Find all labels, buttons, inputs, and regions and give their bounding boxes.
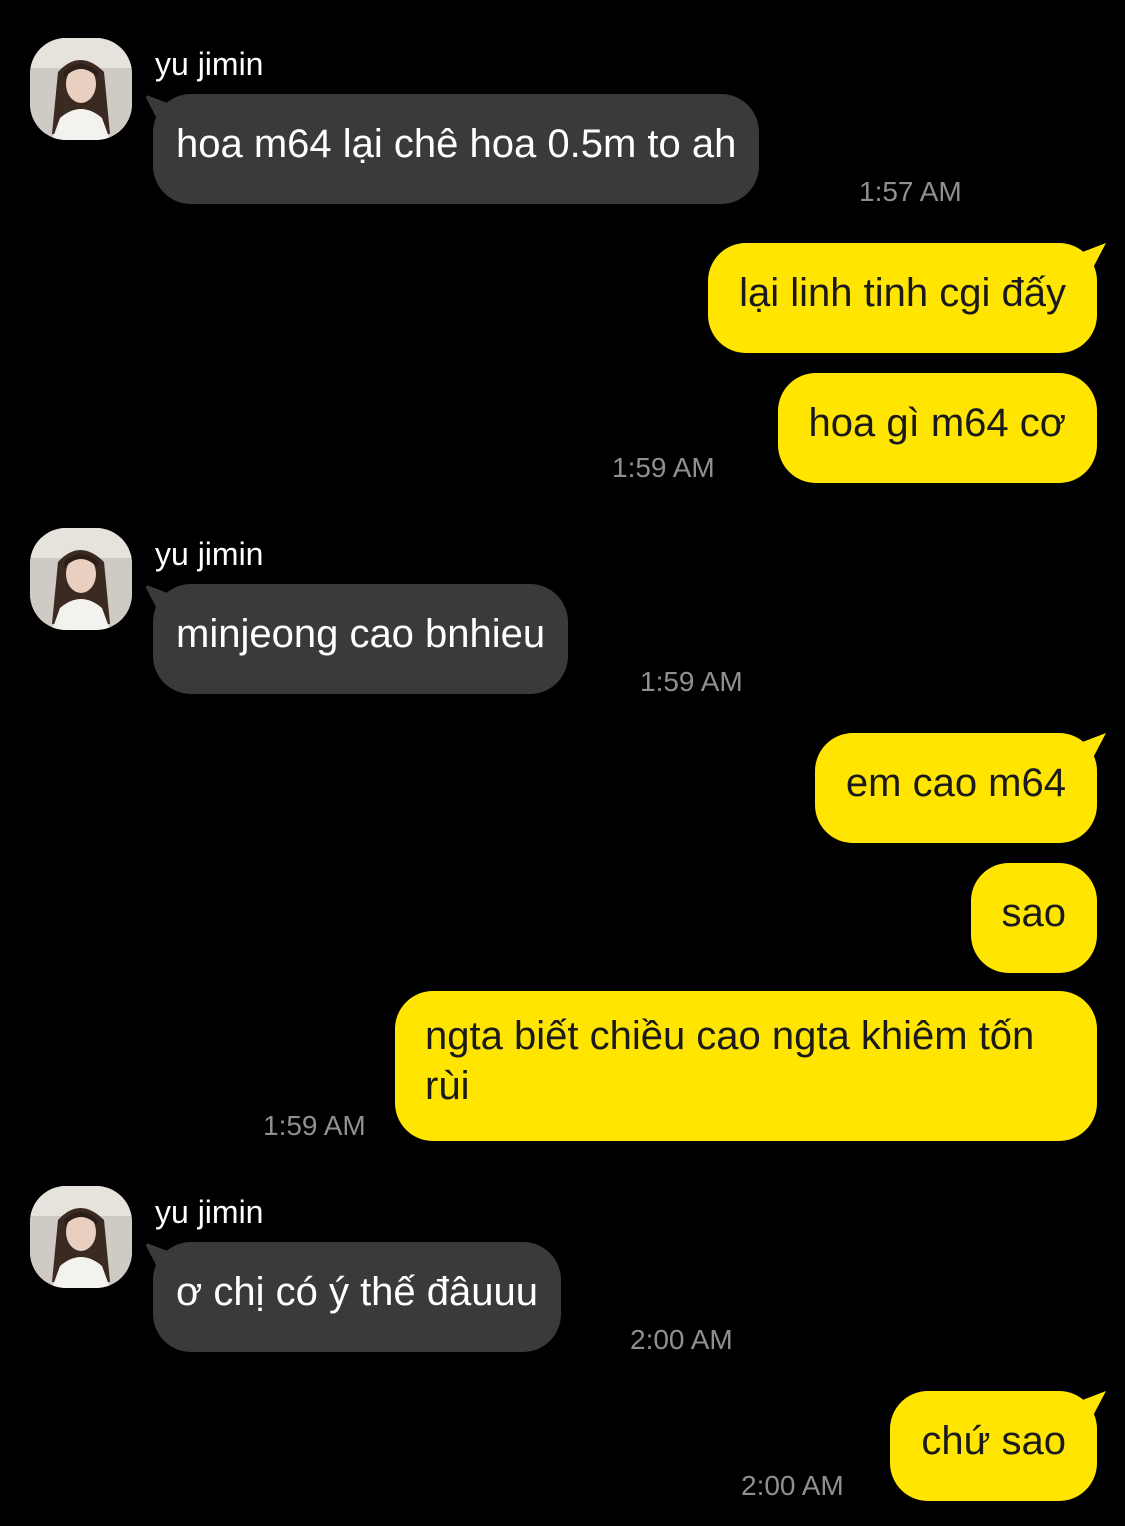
incoming-message-bubble[interactable]: hoa m64 lại chê hoa 0.5m to ah xyxy=(153,94,760,204)
incoming-message-bubble[interactable]: minjeong cao bnhieu xyxy=(153,584,569,694)
sender-name: yu jimin xyxy=(155,1194,264,1230)
sender-name: yu jimin xyxy=(155,46,264,82)
outgoing-message-bubble[interactable]: lại linh tinh cgi đấy xyxy=(708,243,1097,353)
outgoing-message-bubble[interactable]: ngta biết chiều cao ngta khiêm tốn rùi xyxy=(395,991,1097,1141)
outgoing-message-bubble[interactable]: hoa gì m64 cơ xyxy=(777,373,1097,483)
incoming-message-bubble[interactable]: ơ chị có ý thế đâuuu xyxy=(153,1242,562,1352)
contact-avatar[interactable] xyxy=(30,38,132,140)
avatar-photo xyxy=(30,528,132,630)
message-timestamp: 2:00 AM xyxy=(630,1324,733,1355)
avatar-photo xyxy=(30,1186,132,1288)
message-timestamp: 1:59 AM xyxy=(640,666,743,697)
contact-avatar[interactable] xyxy=(30,528,132,630)
message-timestamp: 1:57 AM xyxy=(859,176,962,207)
message-timestamp: 1:59 AM xyxy=(263,1110,366,1141)
contact-avatar[interactable] xyxy=(30,1186,132,1288)
outgoing-message-bubble[interactable]: chứ sao xyxy=(890,1391,1097,1501)
message-timestamp: 1:59 AM xyxy=(612,452,715,483)
message-timestamp: 2:00 AM xyxy=(741,1470,844,1501)
outgoing-message-bubble[interactable]: sao xyxy=(970,863,1097,973)
outgoing-message-bubble[interactable]: em cao m64 xyxy=(814,733,1097,843)
sender-name: yu jimin xyxy=(155,536,264,572)
avatar-photo xyxy=(30,38,132,140)
